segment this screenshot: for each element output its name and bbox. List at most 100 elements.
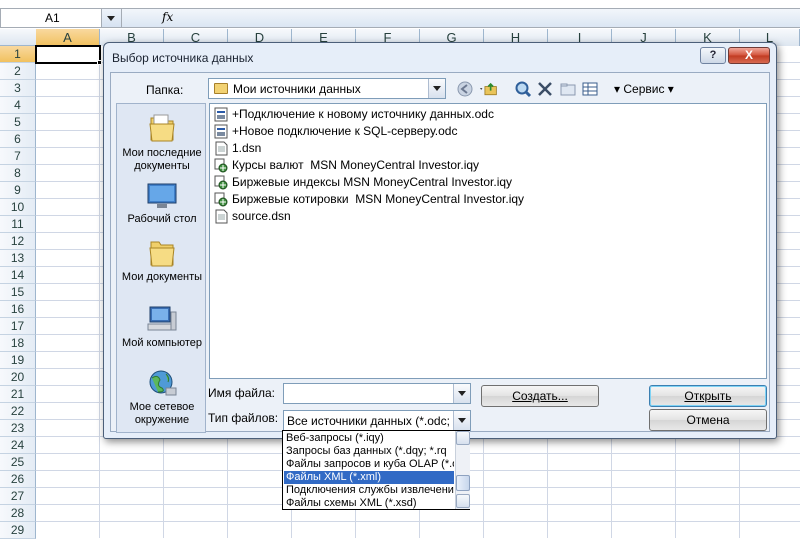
filetype-option[interactable]: Веб-запросы (*.iqy) [284, 432, 454, 445]
row-header[interactable]: 19 [0, 352, 36, 369]
row-header[interactable]: 29 [0, 522, 36, 539]
row-header[interactable]: 24 [0, 437, 36, 454]
row-header[interactable]: 1 [0, 46, 36, 63]
row-header[interactable]: 3 [0, 80, 36, 97]
row-header[interactable]: 17 [0, 318, 36, 335]
iqy-icon [214, 175, 228, 190]
row-header[interactable]: 8 [0, 165, 36, 182]
row-header[interactable]: 11 [0, 216, 36, 233]
place-label: Мое сетевое окружение [129, 401, 195, 426]
dsn-icon [214, 141, 228, 156]
name-box-dropdown-button[interactable] [102, 8, 122, 28]
formula-bar[interactable] [122, 8, 800, 28]
row-header[interactable]: 28 [0, 505, 36, 522]
place-network[interactable]: Мое сетевое окружение [117, 368, 207, 427]
folder-dropdown-button[interactable] [428, 79, 445, 98]
filetype-label: Тип файлов: [208, 411, 279, 425]
tools-menu-label: Сервис [623, 82, 665, 96]
row-header[interactable]: 25 [0, 454, 36, 471]
views-icon[interactable] [581, 80, 599, 98]
folder-select-value: Мои источники данных [233, 82, 361, 96]
row-header[interactable]: 26 [0, 471, 36, 488]
row-header[interactable]: 12 [0, 233, 36, 250]
desktop-icon [147, 183, 177, 208]
row-header[interactable]: 15 [0, 284, 36, 301]
fx-icon[interactable]: fx [162, 10, 173, 24]
fill-handle[interactable] [97, 60, 102, 65]
file-name: Биржевые котировки MSN MoneyCentral Inve… [232, 192, 525, 206]
file-name: Курсы валют MSN MoneyCentral Investor.iq… [232, 158, 480, 172]
dropdown-arrow-icon: ▾ [614, 82, 624, 96]
open-button[interactable]: Открыть [649, 385, 767, 407]
dsn-icon [214, 209, 228, 224]
scroll-thumb[interactable] [456, 475, 470, 491]
up-folder-icon[interactable] [480, 80, 498, 98]
filename-input[interactable] [283, 383, 471, 404]
odc-icon [214, 124, 228, 139]
file-name: source.dsn [232, 209, 291, 223]
open-button-label: Открыть [684, 389, 732, 403]
filename-label: Имя файла: [208, 386, 275, 400]
row-header[interactable]: 22 [0, 403, 36, 420]
odc-icon [214, 107, 228, 122]
recent-folder-icon [149, 114, 175, 142]
file-name: +Новое подключение к SQL-серверу.odc [232, 124, 458, 138]
row-header[interactable]: 16 [0, 301, 36, 318]
documents-folder-icon [149, 241, 175, 267]
filetype-option[interactable]: Файлы XML (*.xml) [284, 471, 454, 484]
name-box[interactable]: A1 [0, 8, 102, 28]
place-label: Мои последние документы [122, 147, 202, 172]
active-cell[interactable] [35, 45, 101, 64]
place-desktop[interactable]: Рабочий стол [117, 182, 207, 226]
row-header[interactable]: 21 [0, 386, 36, 403]
row-header[interactable]: 20 [0, 369, 36, 386]
row-header[interactable]: 14 [0, 267, 36, 284]
place-label: Рабочий стол [127, 213, 197, 225]
search-web-icon[interactable] [514, 80, 532, 98]
scroll-up-icon[interactable] [456, 431, 470, 445]
filetype-dropdown-list[interactable]: Веб-запросы (*.iqy) Запросы баз данных (*… [282, 430, 470, 510]
cancel-button[interactable]: Отмена [649, 409, 767, 431]
cancel-button-label: Отмена [686, 413, 730, 427]
row-header[interactable]: 27 [0, 488, 36, 505]
filetype-option[interactable]: Запросы баз данных (*.dqy; *.rq [284, 445, 454, 458]
place-recent[interactable]: Мои последние документы [117, 112, 207, 173]
tools-menu-button[interactable]: ▾ Сервис ▾ [614, 82, 674, 96]
help-button[interactable]: ? [700, 47, 726, 64]
dropdown-arrow-icon: ▾ [664, 82, 674, 96]
row-header[interactable]: 9 [0, 182, 36, 199]
filetype-dropdown-button[interactable] [453, 411, 470, 430]
place-label: Мой компьютер [121, 337, 203, 349]
place-my-documents[interactable]: Мои документы [117, 238, 207, 284]
filetype-option[interactable]: Файлы схемы XML (*.xsd) [284, 497, 454, 510]
filename-dropdown-button[interactable] [453, 384, 470, 403]
row-header[interactable]: 5 [0, 114, 36, 131]
row-header[interactable]: 6 [0, 131, 36, 148]
new-folder-icon[interactable] [559, 80, 577, 98]
column-header[interactable]: A [36, 29, 100, 46]
filetype-select[interactable]: Все источники данных (*.odc; *. [283, 410, 471, 431]
row-header[interactable]: 13 [0, 250, 36, 267]
row-header[interactable]: 4 [0, 97, 36, 114]
back-icon[interactable] [456, 80, 474, 98]
delete-icon[interactable] [536, 80, 554, 98]
row-header[interactable]: 2 [0, 63, 36, 80]
scroll-down-icon[interactable] [456, 494, 470, 508]
filetype-option[interactable]: Подключения службы извлечени [284, 484, 454, 497]
row-header[interactable]: 18 [0, 335, 36, 352]
filetype-select-value: Все источники данных (*.odc; *. [287, 414, 451, 428]
iqy-icon [214, 158, 228, 173]
place-my-computer[interactable]: Мой компьютер [117, 304, 207, 350]
row-header[interactable]: 10 [0, 199, 36, 216]
row-header[interactable]: 7 [0, 148, 36, 165]
folder-label: Папка: [146, 83, 184, 97]
folder-select[interactable]: Мои источники данных [208, 78, 446, 99]
place-label: Мои документы [121, 271, 203, 283]
row-header[interactable]: 23 [0, 420, 36, 437]
network-icon [149, 370, 177, 396]
file-list[interactable]: +Подключение к новому источнику данных.o… [209, 103, 767, 379]
create-button[interactable]: Создать... [481, 385, 599, 407]
close-button[interactable]: X [728, 47, 770, 64]
dropdown-scrollbar[interactable] [455, 431, 470, 509]
filetype-option[interactable]: Файлы запросов и куба OLAP (*.o [284, 458, 454, 471]
